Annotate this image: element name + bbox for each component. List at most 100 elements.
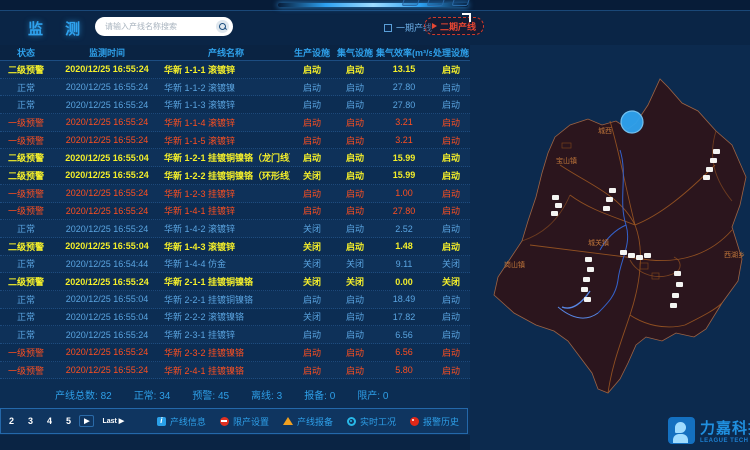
- map-marker[interactable]: [644, 253, 651, 258]
- line-name: 华新 2-3-2 挂镀镍铬: [162, 346, 290, 359]
- table-row[interactable]: 一级预警 2020/12/25 16:55:24 华新 1-1-4 滚镀锌 启动…: [0, 114, 470, 132]
- bottom-toolbar: 2345 ▶ Last ▶ 产线信息 限产设置 产线报备 实时工况 报警历史: [0, 408, 468, 434]
- map-marker[interactable]: [585, 257, 592, 262]
- monitor-time: 2020/12/25 16:55:24: [52, 224, 162, 234]
- map-marker[interactable]: [674, 271, 681, 276]
- status-badge: 二级预警: [0, 240, 52, 253]
- phase2-button[interactable]: 二期产线: [424, 17, 484, 35]
- map-marker[interactable]: [672, 293, 679, 298]
- toolbar-button[interactable]: 报警历史: [410, 415, 459, 428]
- map-marker[interactable]: [584, 297, 591, 302]
- cluster-marker[interactable]: [621, 111, 643, 133]
- map-marker[interactable]: [628, 253, 635, 258]
- table-row[interactable]: 一级预警 2020/12/25 16:55:24 华新 2-3-2 挂镀镍铬 启…: [0, 344, 470, 362]
- toolbar-buttons: 产线信息 限产设置 产线报备 实时工况 报警历史: [157, 415, 459, 428]
- map-place-label: 岗山镇: [504, 260, 525, 269]
- map-marker[interactable]: [706, 167, 713, 172]
- treatment-facility-status: 启动: [432, 151, 470, 164]
- line-name: 华新 1-4-4 仿金: [162, 257, 290, 270]
- table-row[interactable]: 正常 2020/12/25 16:55:04 华新 2-2-1 挂镀铜镍铬 启动…: [0, 291, 470, 309]
- table-row[interactable]: 一级预警 2020/12/25 16:55:24 华新 1-2-3 挂镀锌 启动…: [0, 185, 470, 203]
- toolbar-button[interactable]: 产线信息: [157, 415, 206, 428]
- gas-collection-status: 关闭: [334, 257, 376, 270]
- gas-collection-status: 启动: [334, 293, 376, 306]
- status-badge: 一级预警: [0, 116, 52, 129]
- table-row[interactable]: 一级预警 2020/12/25 16:55:24 华新 2-4-1 挂镀镍铬 启…: [0, 362, 470, 380]
- page-button[interactable]: 3: [24, 414, 37, 428]
- table-row[interactable]: 二级预警 2020/12/25 16:55:24 华新 2-1-1 挂镀铜镍铬 …: [0, 273, 470, 291]
- production-facility-status: 关闭: [290, 222, 334, 235]
- map-marker[interactable]: [603, 206, 610, 211]
- gas-efficiency-value: 9.11: [376, 259, 432, 269]
- table-row[interactable]: 一级预警 2020/12/25 16:55:24 华新 1-1-5 滚镀锌 启动…: [0, 132, 470, 150]
- table-row[interactable]: 正常 2020/12/25 16:55:24 华新 1-4-2 滚镀锌 关闭 启…: [0, 220, 470, 238]
- status-badge: 正常: [0, 98, 52, 111]
- map-marker[interactable]: [606, 197, 613, 202]
- table-row[interactable]: 二级预警 2020/12/25 16:55:24 华新 1-2-2 挂镀铜镍铬（…: [0, 167, 470, 185]
- map-marker[interactable]: [636, 255, 643, 260]
- status-badge: 正常: [0, 328, 52, 341]
- district-map[interactable]: 城西宝山镇城关镇岗山镇西湖乡: [470, 45, 750, 450]
- checkbox-icon[interactable]: [384, 24, 392, 32]
- page-button[interactable]: 5: [62, 414, 75, 428]
- toolbar-button[interactable]: 实时工况: [347, 415, 396, 428]
- map-marker[interactable]: [583, 277, 590, 282]
- column-header: 监测时间: [52, 46, 162, 59]
- monitor-time: 2020/12/25 16:55:24: [52, 188, 162, 198]
- table-row[interactable]: 正常 2020/12/25 16:55:24 华新 2-3-1 挂镀锌 启动 启…: [0, 326, 470, 344]
- line-name: 华新 1-1-3 滚镀锌: [162, 98, 290, 111]
- table-row[interactable]: 二级预警 2020/12/25 16:55:04 华新 1-2-1 挂镀铜镍铬（…: [0, 149, 470, 167]
- last-page-button[interactable]: Last ▶: [98, 415, 128, 427]
- table-row[interactable]: 正常 2020/12/25 16:54:44 华新 1-4-4 仿金 关闭 关闭…: [0, 256, 470, 274]
- map-marker[interactable]: [703, 175, 710, 180]
- page-title: 监 测: [28, 18, 89, 39]
- map-marker[interactable]: [713, 149, 720, 154]
- toolbar-button[interactable]: 限产设置: [220, 415, 269, 428]
- map-marker[interactable]: [620, 250, 627, 255]
- table-row[interactable]: 一级预警 2020/12/25 16:55:24 华新 1-4-1 挂镀锌 启动…: [0, 203, 470, 221]
- table-row[interactable]: 正常 2020/12/25 16:55:24 华新 1-1-3 滚镀锌 启动 启…: [0, 96, 470, 114]
- gas-efficiency-value: 3.21: [376, 117, 432, 127]
- treatment-facility-status: 关闭: [432, 275, 470, 288]
- status-badge: 一级预警: [0, 204, 52, 217]
- monitor-time: 2020/12/25 16:55:04: [52, 241, 162, 251]
- gas-collection-status: 启动: [334, 98, 376, 111]
- line-name: 华新 2-4-1 挂镀镍铬: [162, 364, 290, 377]
- summary-item: 产线总数: 82: [55, 387, 112, 402]
- summary-label: 产线总数:: [55, 391, 98, 402]
- monitor-time: 2020/12/25 16:55:24: [52, 170, 162, 180]
- line-name: 华新 2-2-1 挂镀铜镍铬: [162, 293, 290, 306]
- gas-efficiency-value: 27.80: [376, 82, 432, 92]
- treatment-facility-status: 启动: [432, 222, 470, 235]
- search-icon[interactable]: [216, 20, 229, 33]
- map-marker[interactable]: [587, 267, 594, 272]
- map-marker[interactable]: [670, 303, 677, 308]
- toolbar-button-label: 实时工况: [360, 415, 396, 428]
- summary-value: 0: [330, 391, 336, 402]
- toolbar-button[interactable]: 产线报备: [283, 415, 333, 428]
- table-row[interactable]: 正常 2020/12/25 16:55:24 华新 1-1-2 滚镀镍 启动 启…: [0, 79, 470, 97]
- gas-collection-status: 关闭: [334, 275, 376, 288]
- search-box[interactable]: [95, 17, 233, 36]
- map-marker[interactable]: [609, 188, 616, 193]
- map-marker[interactable]: [710, 158, 717, 163]
- next-page-button[interactable]: ▶: [79, 415, 94, 427]
- map-marker[interactable]: [552, 195, 559, 200]
- page-button[interactable]: 4: [43, 414, 56, 428]
- table-row[interactable]: 正常 2020/12/25 16:55:04 华新 2-2-2 滚镀镍铬 关闭 …: [0, 309, 470, 327]
- map-marker[interactable]: [581, 287, 588, 292]
- gas-collection-status: 启动: [334, 81, 376, 94]
- page-button[interactable]: 2: [5, 414, 18, 428]
- line-name: 华新 1-2-3 挂镀锌: [162, 187, 290, 200]
- table-body: 二级预警 2020/12/25 16:55:24 华新 1-1-1 滚镀锌 启动…: [0, 61, 470, 379]
- gas-efficiency-value: 1.00: [376, 188, 432, 198]
- table-row[interactable]: 二级预警 2020/12/25 16:55:24 华新 1-1-1 滚镀锌 启动…: [0, 61, 470, 79]
- map-marker[interactable]: [676, 282, 683, 287]
- map-marker[interactable]: [551, 211, 558, 216]
- map-marker[interactable]: [555, 203, 562, 208]
- search-input[interactable]: [105, 22, 216, 31]
- summary-value: 45: [218, 391, 229, 402]
- production-facility-status: 启动: [290, 151, 334, 164]
- table-row[interactable]: 二级预警 2020/12/25 16:55:04 华新 1-4-3 滚镀锌 关闭…: [0, 238, 470, 256]
- map-place-label: 宝山镇: [556, 156, 577, 165]
